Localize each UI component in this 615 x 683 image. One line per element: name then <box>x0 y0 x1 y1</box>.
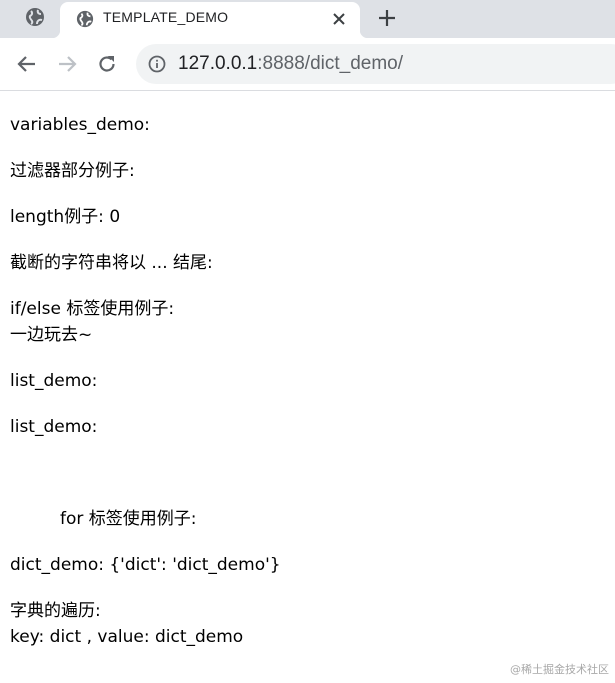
truncate-example-line: 截断的字符串将以 ... 结尾: <box>10 253 213 273</box>
back-arrow-icon[interactable] <box>13 50 41 78</box>
tab-strip: TEMPLATE_DEMO <box>0 0 615 38</box>
list-demo-line-2: list_demo: <box>10 417 98 437</box>
browser-toolbar: 127.0.0.1:8888/dict_demo/ <box>0 38 615 91</box>
url-text[interactable]: 127.0.0.1:8888/dict_demo/ <box>178 53 403 75</box>
if-else-result-line: 一边玩去~ <box>10 325 93 345</box>
url-host: 127.0.0.1 <box>178 53 258 74</box>
tab-title: TEMPLATE_DEMO <box>103 9 229 25</box>
close-icon[interactable] <box>328 8 350 30</box>
globe-icon <box>75 9 95 29</box>
variables-demo-label: variables_demo: <box>10 115 150 135</box>
if-else-example-label: if/else 标签使用例子: <box>10 299 175 319</box>
length-example-line: length例子: 0 <box>10 207 121 227</box>
dict-iteration-label: 字典的遍历: <box>10 601 101 621</box>
globe-icon[interactable] <box>24 6 46 28</box>
forward-arrow-icon[interactable] <box>53 50 81 78</box>
plus-icon[interactable] <box>374 5 400 31</box>
url-path: :8888/dict_demo/ <box>257 53 404 74</box>
dict-key-value-line: key: dict , value: dict_demo <box>10 627 244 647</box>
filter-examples-label: 过滤器部分例子: <box>10 161 135 181</box>
tab-template-demo[interactable]: TEMPLATE_DEMO <box>52 2 368 38</box>
watermark: @稀土掘金技术社区 <box>510 663 609 676</box>
dict-demo-line: dict_demo: {'dict': 'dict_demo'} <box>10 555 281 575</box>
address-bar[interactable]: 127.0.0.1:8888/dict_demo/ <box>136 44 615 84</box>
reload-icon[interactable] <box>93 50 121 78</box>
info-icon[interactable] <box>148 55 166 73</box>
for-tag-example-label: for 标签使用例子: <box>60 509 197 529</box>
list-demo-line-1: list_demo: <box>10 371 98 391</box>
